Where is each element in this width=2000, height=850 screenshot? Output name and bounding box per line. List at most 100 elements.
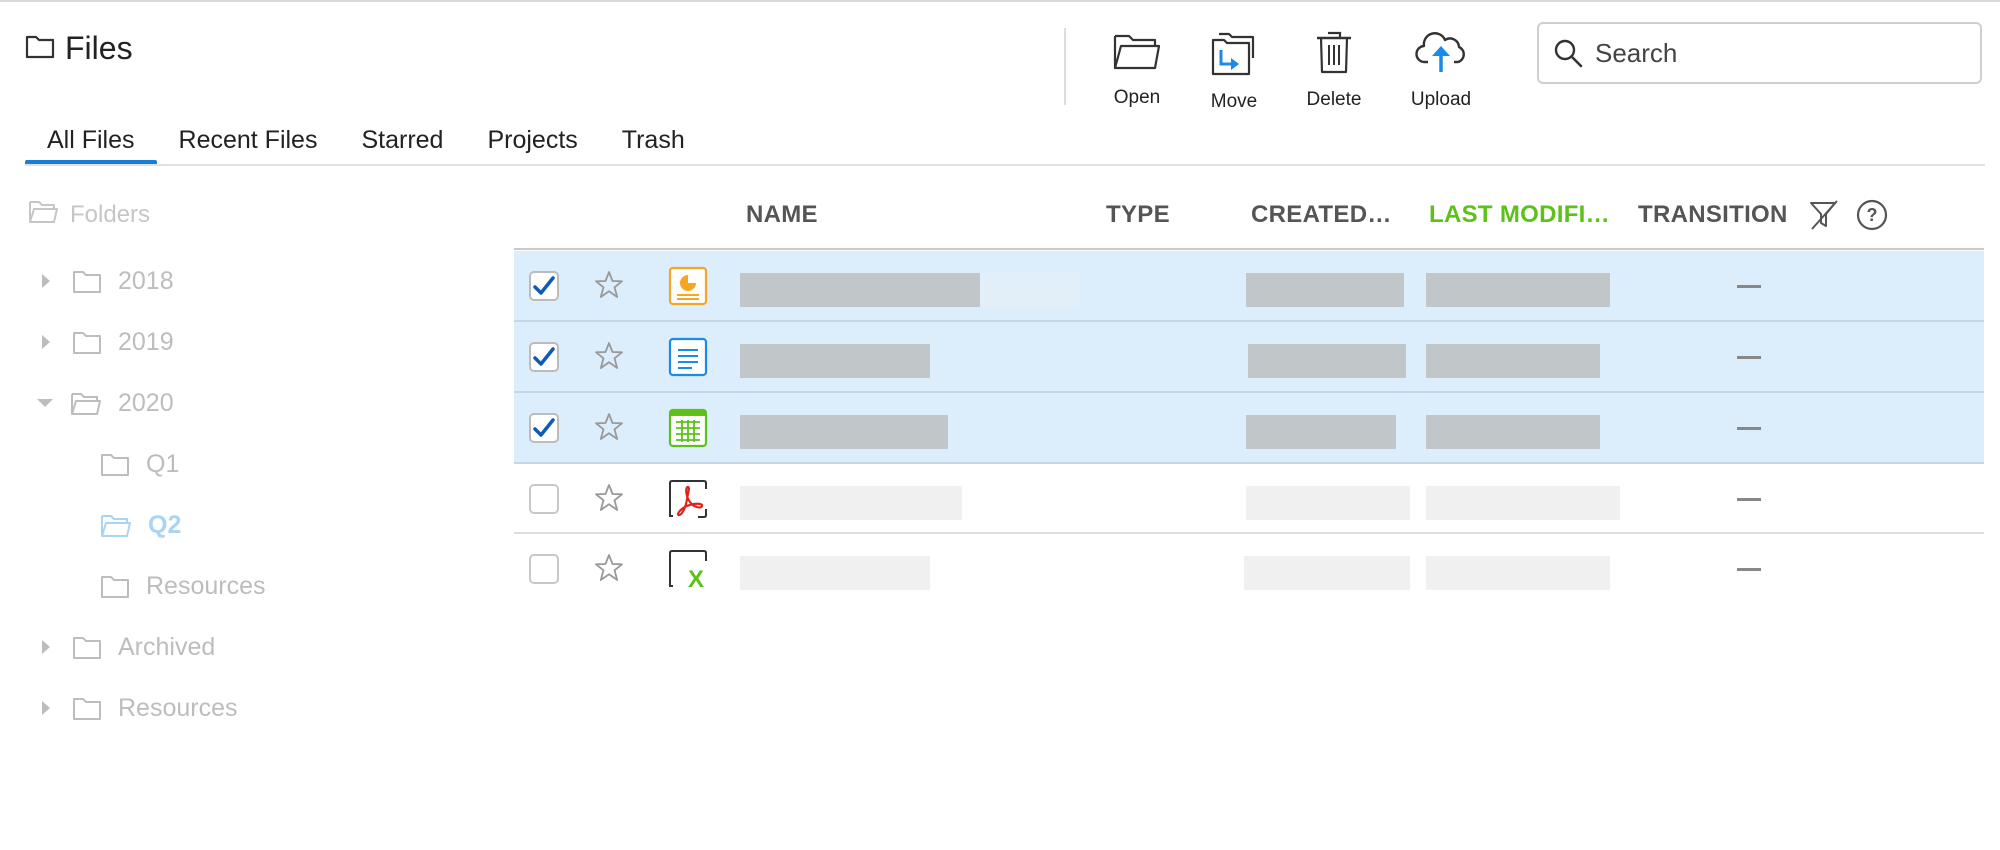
redacted-created-date — [1246, 273, 1404, 307]
pdf-file-icon — [669, 480, 707, 518]
folders-icon — [28, 198, 58, 231]
document-file-icon — [668, 337, 708, 377]
upload-label: Upload — [1410, 89, 1472, 110]
checkmark-icon — [533, 347, 555, 366]
folders-heading: Folders — [28, 198, 150, 231]
transition-value — [1737, 498, 1761, 501]
transition-value — [1737, 568, 1761, 571]
redacted-file-name[interactable] — [740, 344, 930, 378]
folder-icon — [72, 634, 102, 660]
caret-down-icon[interactable] — [36, 395, 54, 411]
column-header-type[interactable]: TYPE — [1106, 201, 1170, 229]
sidebar-item-2019[interactable]: 2019 — [40, 322, 174, 362]
tab-projects[interactable]: Projects — [465, 120, 599, 165]
presentation-file-icon — [668, 266, 708, 306]
folder-icon — [100, 573, 130, 599]
sidebar-item-label: Resources — [118, 693, 238, 722]
redacted-file-name[interactable] — [740, 273, 980, 307]
excel-file-icon: X — [669, 550, 707, 589]
redacted-file-name[interactable] — [740, 415, 948, 449]
search-input[interactable] — [1595, 37, 1955, 69]
cloud-upload-icon — [1415, 30, 1467, 79]
caret-right-icon[interactable] — [40, 334, 52, 350]
redacted-created-date — [1248, 344, 1406, 378]
upload-button[interactable]: Upload — [1386, 30, 1496, 111]
column-header-last-modified[interactable]: LAST MODIFI… — [1429, 201, 1610, 229]
sidebar-item-label: 2018 — [118, 266, 174, 295]
tabs-divider — [25, 164, 1985, 166]
svg-text:X: X — [688, 566, 704, 589]
redacted-file-name-tail — [980, 273, 1080, 307]
redacted-modified-date — [1426, 344, 1600, 378]
trash-icon — [1314, 30, 1354, 79]
column-header-created[interactable]: CREATED… — [1251, 201, 1392, 229]
clear-filter-icon[interactable] — [1808, 199, 1840, 236]
placeholder-modified-date — [1426, 556, 1610, 590]
search-icon — [1553, 38, 1583, 68]
toolbar-divider — [1064, 28, 1066, 105]
sidebar-item-2018[interactable]: 2018 — [40, 261, 174, 301]
open-label: Open — [1113, 87, 1161, 108]
move-button[interactable]: Move — [1179, 30, 1289, 113]
star-icon[interactable] — [594, 553, 624, 583]
top-border — [0, 0, 2000, 2]
move-icon — [1209, 30, 1259, 81]
help-icon[interactable]: ? — [1856, 199, 1888, 236]
sidebar-item-resources[interactable]: Resources — [100, 566, 266, 606]
table-row[interactable]: X — [514, 534, 1984, 604]
sidebar-item-2020[interactable]: 2020 — [36, 383, 174, 423]
folder-icon — [72, 329, 102, 355]
checkmark-icon — [533, 276, 555, 295]
tab-recent-files[interactable]: Recent Files — [157, 120, 340, 165]
column-header-transition[interactable]: TRANSITION — [1638, 201, 1788, 229]
tab-starred[interactable]: Starred — [339, 120, 465, 165]
sidebar-item-q2[interactable]: Q2 — [100, 505, 181, 545]
placeholder-file-name[interactable] — [740, 556, 930, 590]
table-row[interactable] — [514, 251, 1984, 321]
folders-heading-label: Folders — [70, 200, 151, 228]
delete-button[interactable]: Delete — [1279, 30, 1389, 111]
sidebar-item-label: 2020 — [118, 388, 174, 417]
sidebar-item-archived[interactable]: Archived — [40, 627, 215, 667]
caret-right-icon[interactable] — [40, 700, 52, 716]
placeholder-modified-date — [1426, 486, 1620, 520]
star-icon[interactable] — [594, 270, 624, 300]
row-checkbox[interactable] — [529, 413, 559, 443]
star-icon[interactable] — [594, 341, 624, 371]
folder-icon — [72, 268, 102, 294]
placeholder-created-date — [1244, 556, 1410, 590]
star-icon[interactable] — [594, 412, 624, 442]
placeholder-file-name[interactable] — [740, 486, 962, 520]
row-checkbox[interactable] — [529, 484, 559, 514]
page-title: Files — [65, 30, 133, 66]
sidebar-item-q1[interactable]: Q1 — [100, 444, 179, 484]
open-folder-icon — [100, 512, 132, 538]
sidebar-item-label: Q2 — [148, 510, 182, 539]
delete-label: Delete — [1306, 89, 1362, 110]
svg-text:?: ? — [1867, 205, 1878, 225]
sidebar-item-resources-root[interactable]: Resources — [40, 688, 238, 728]
folder-icon — [100, 451, 130, 477]
star-icon[interactable] — [594, 483, 624, 513]
sidebar-item-label: Q1 — [146, 449, 180, 478]
spreadsheet-file-icon — [668, 408, 708, 448]
row-checkbox[interactable] — [529, 271, 559, 301]
caret-right-icon[interactable] — [40, 273, 52, 289]
placeholder-created-date — [1246, 486, 1410, 520]
table-row[interactable] — [514, 322, 1984, 392]
tab-trash[interactable]: Trash — [600, 120, 707, 165]
column-header-name[interactable]: NAME — [746, 201, 818, 229]
open-folder-icon — [70, 390, 102, 416]
table-row[interactable] — [514, 464, 1984, 534]
table-row[interactable] — [514, 393, 1984, 463]
redacted-modified-date — [1426, 273, 1610, 307]
row-checkbox[interactable] — [529, 342, 559, 372]
open-button[interactable]: Open — [1082, 30, 1192, 109]
caret-right-icon[interactable] — [40, 639, 52, 655]
row-checkbox[interactable] — [529, 554, 559, 584]
search-box[interactable] — [1537, 22, 1982, 84]
tab-all-files[interactable]: All Files — [25, 120, 157, 165]
transition-value — [1737, 427, 1761, 430]
redacted-created-date — [1246, 415, 1396, 449]
move-label: Move — [1210, 91, 1258, 112]
